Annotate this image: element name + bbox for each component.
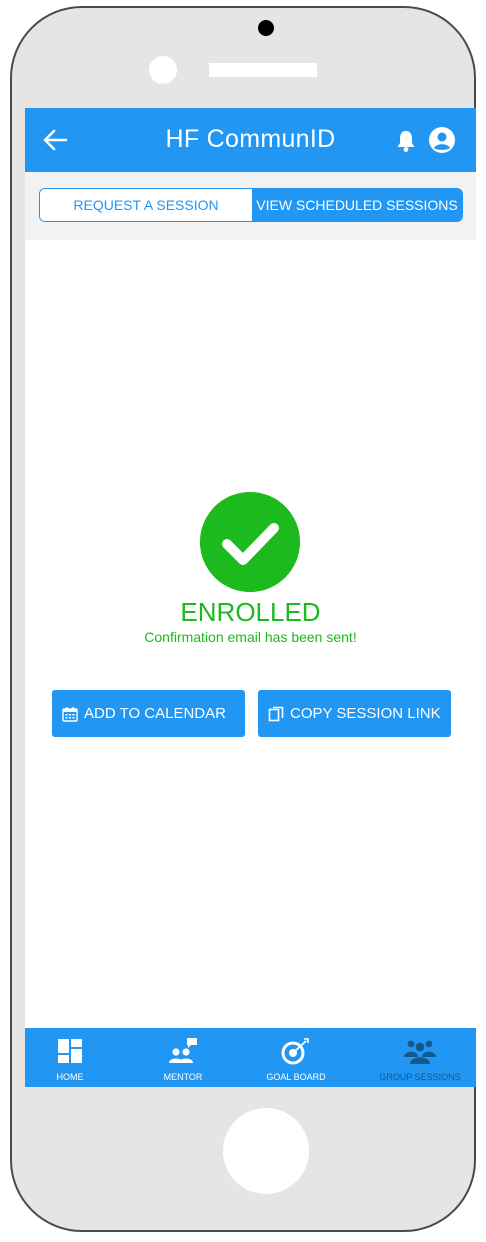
calendar-icon <box>62 706 78 722</box>
copy-session-link-button[interactable]: COPY SESSION LINK <box>258 690 451 737</box>
user-account-icon[interactable] <box>428 126 456 154</box>
camera-dot <box>258 20 274 36</box>
nav-label-goal-board: GOAL BOARD <box>266 1072 326 1082</box>
copy-session-link-label: COPY SESSION LINK <box>290 705 441 722</box>
add-to-calendar-label: ADD TO CALENDAR <box>84 705 226 722</box>
nav-item-home[interactable]: HOME <box>25 1028 115 1087</box>
add-to-calendar-button[interactable]: ADD TO CALENDAR <box>52 690 245 737</box>
bell-icon[interactable] <box>395 129 417 153</box>
segmented-tabs: REQUEST A SESSION VIEW SCHEDULED SESSION… <box>39 188 463 222</box>
tab-view-scheduled-sessions[interactable]: VIEW SCHEDULED SESSIONS <box>252 189 462 221</box>
session-tab-bar: REQUEST A SESSION VIEW SCHEDULED SESSION… <box>25 172 476 240</box>
app-screen: HF CommunID REQUEST A SESSION VIEW SCHED… <box>25 108 476 1087</box>
home-button[interactable] <box>223 1108 309 1194</box>
confirmation-message: Confirmation email has been sent! <box>144 629 357 645</box>
front-camera <box>149 56 177 84</box>
target-icon <box>281 1038 309 1065</box>
nav-item-group-sessions[interactable]: GROUP SESSIONS <box>375 1028 465 1087</box>
dashboard-icon <box>58 1039 82 1063</box>
nav-label-mentor: MENTOR <box>163 1072 203 1082</box>
success-check-icon <box>200 492 300 592</box>
mentor-chat-icon <box>169 1038 197 1063</box>
enrolled-status-title: ENROLLED <box>180 597 321 627</box>
nav-label-home: HOME <box>56 1072 84 1082</box>
nav-item-goal-board[interactable]: GOAL BOARD <box>251 1028 341 1087</box>
app-bar: HF CommunID <box>25 108 476 172</box>
tab-request-session[interactable]: REQUEST A SESSION <box>40 189 252 221</box>
group-icon <box>404 1040 436 1064</box>
nav-item-mentor[interactable]: MENTOR <box>138 1028 228 1087</box>
copy-icon <box>268 706 284 721</box>
bottom-navigation: HOME MENTOR GOAL BOARD GROUP SESSIONS <box>25 1028 476 1087</box>
nav-label-group-sessions: GROUP SESSIONS <box>379 1072 461 1082</box>
speaker-grille <box>209 63 317 77</box>
